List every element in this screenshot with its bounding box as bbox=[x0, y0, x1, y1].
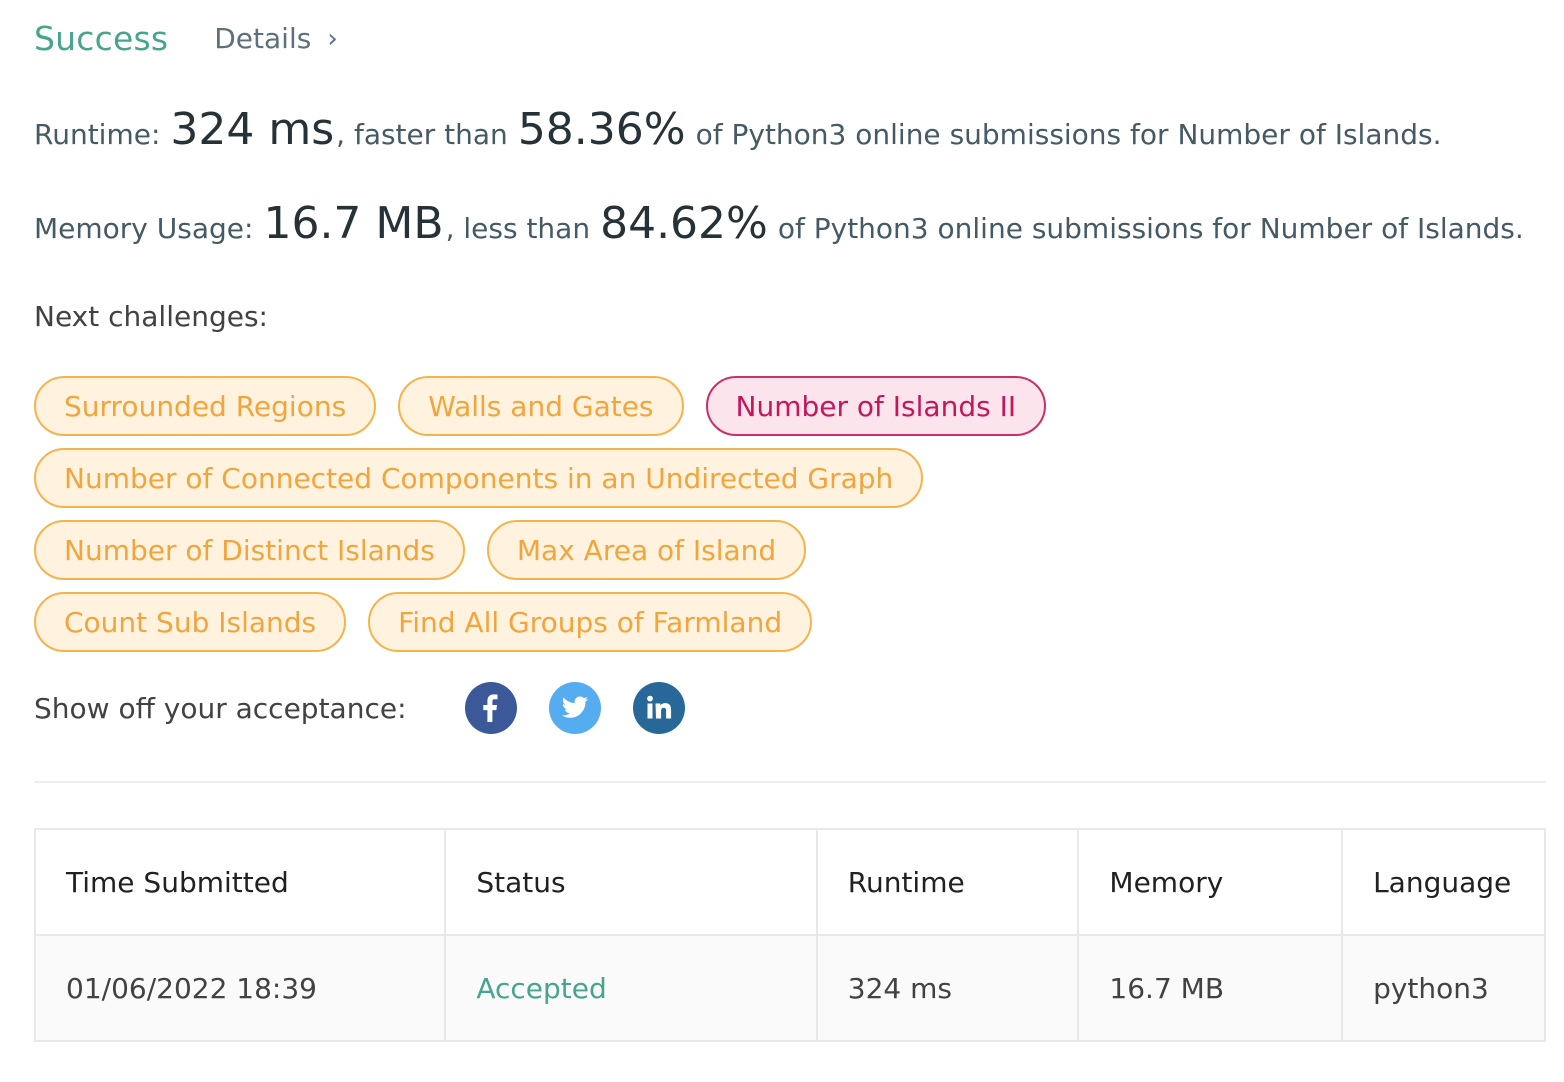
memory-suffix: of Python3 online submissions for Number… bbox=[777, 212, 1524, 245]
challenge-chip-surrounded-regions[interactable]: Surrounded Regions bbox=[34, 376, 377, 436]
challenge-chip-count-sub-islands[interactable]: Count Sub Islands bbox=[34, 592, 347, 652]
cell-memory: 16.7 MB bbox=[1077, 934, 1344, 1042]
linkedin-share-button[interactable] bbox=[632, 682, 685, 734]
chip-row: Surrounded Regions Walls and Gates Numbe… bbox=[34, 376, 1134, 436]
share-label: Show off your acceptance: bbox=[34, 691, 407, 725]
result-header: Success Details › bbox=[34, 14, 338, 62]
facebook-share-button[interactable] bbox=[464, 682, 517, 734]
next-challenges-list: Surrounded Regions Walls and Gates Numbe… bbox=[34, 376, 1134, 664]
column-header-status: Status bbox=[444, 828, 818, 936]
memory-value: 16.7 MB bbox=[263, 198, 444, 249]
runtime-comparison: , faster than bbox=[336, 118, 508, 151]
submissions-table: Time Submitted Status Runtime Memory Lan… bbox=[33, 828, 1546, 1042]
column-header-language: Language bbox=[1341, 828, 1546, 936]
cell-status-accepted-link[interactable]: Accepted bbox=[444, 934, 818, 1042]
runtime-value: 324 ms bbox=[170, 104, 335, 155]
facebook-icon bbox=[482, 694, 498, 722]
chip-row: Number of Distinct Islands Max Area of I… bbox=[34, 520, 1134, 580]
next-challenges-label: Next challenges: bbox=[34, 300, 268, 333]
memory-summary: Memory Usage: 16.7 MB , less than 84.62%… bbox=[34, 198, 1524, 249]
share-bar: Show off your acceptance: bbox=[34, 680, 717, 736]
status-title: Success bbox=[34, 18, 169, 58]
cell-runtime: 324 ms bbox=[815, 934, 1080, 1042]
section-divider bbox=[34, 781, 1546, 783]
challenge-chip-connected-components[interactable]: Number of Connected Components in an Und… bbox=[34, 448, 924, 508]
linkedin-icon bbox=[646, 695, 671, 719]
column-header-memory: Memory bbox=[1077, 828, 1344, 936]
column-header-runtime: Runtime bbox=[815, 828, 1080, 936]
challenge-chip-number-of-islands-ii[interactable]: Number of Islands II bbox=[705, 376, 1047, 436]
chip-row: Number of Connected Components in an Und… bbox=[34, 448, 1134, 508]
column-header-time-submitted: Time Submitted bbox=[33, 828, 447, 936]
memory-comparison: , less than bbox=[445, 212, 591, 245]
runtime-percent: 58.36% bbox=[517, 104, 686, 155]
runtime-summary: Runtime: 324 ms , faster than 58.36% of … bbox=[34, 104, 1442, 155]
chevron-right-icon: › bbox=[327, 24, 338, 54]
challenge-chip-walls-and-gates[interactable]: Walls and Gates bbox=[398, 376, 684, 436]
cell-language: python3 bbox=[1341, 934, 1546, 1042]
memory-percent: 84.62% bbox=[600, 198, 768, 249]
challenge-chip-groups-of-farmland[interactable]: Find All Groups of Farmland bbox=[368, 592, 813, 652]
memory-label: Memory Usage: bbox=[34, 212, 254, 245]
details-label: Details bbox=[214, 21, 312, 55]
twitter-icon bbox=[561, 696, 588, 718]
chip-row: Count Sub Islands Find All Groups of Far… bbox=[34, 592, 1134, 652]
twitter-share-button[interactable] bbox=[548, 682, 601, 734]
table-row: 01/06/2022 18:39 Accepted 324 ms 16.7 MB… bbox=[33, 934, 1546, 1042]
cell-time-submitted: 01/06/2022 18:39 bbox=[33, 934, 447, 1042]
runtime-suffix: of Python3 online submissions for Number… bbox=[695, 118, 1442, 151]
runtime-label: Runtime: bbox=[34, 118, 161, 151]
details-link[interactable]: Details › bbox=[214, 22, 337, 55]
challenge-chip-max-area-of-island[interactable]: Max Area of Island bbox=[486, 520, 807, 580]
challenge-chip-distinct-islands[interactable]: Number of Distinct Islands bbox=[34, 520, 465, 580]
table-header-row: Time Submitted Status Runtime Memory Lan… bbox=[33, 828, 1546, 936]
